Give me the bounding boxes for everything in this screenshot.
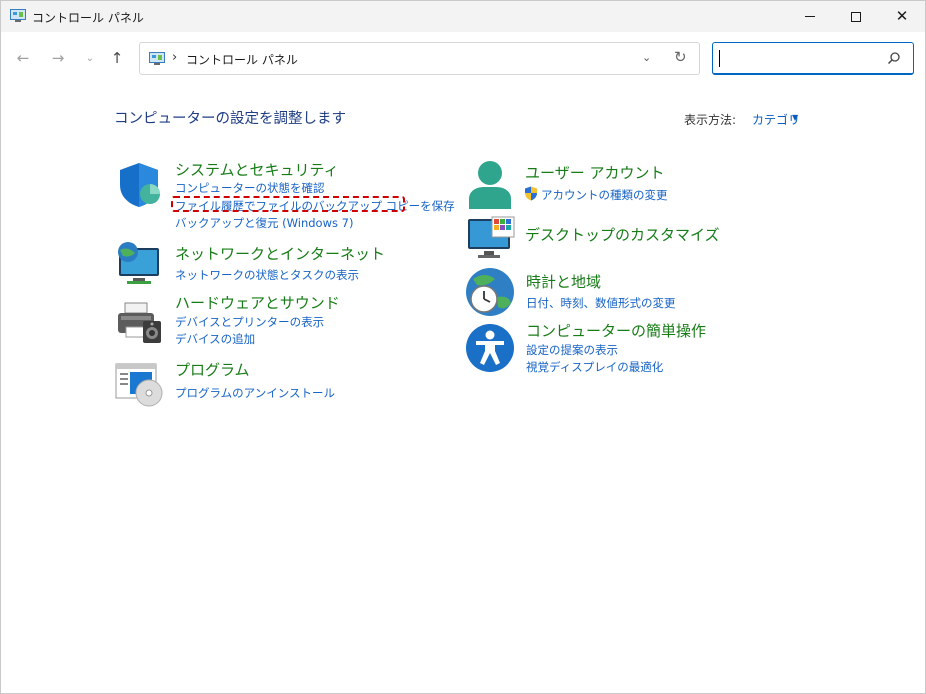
category-system-security[interactable]: システムとセキュリティ <box>175 159 339 180</box>
accessibility-icon[interactable] <box>465 323 515 373</box>
category-user-accounts[interactable]: ユーザー アカウント <box>525 162 664 183</box>
security-shield-icon[interactable] <box>115 161 163 209</box>
forward-button[interactable]: → <box>46 46 70 70</box>
highlight-annotation <box>171 196 405 212</box>
page-title: コンピューターの設定を調整します <box>114 111 346 127</box>
link-backup-restore-win7[interactable]: バックアップと復元 (Windows 7) <box>175 215 353 231</box>
desktop-monitor-icon[interactable] <box>466 216 516 260</box>
link-uninstall-program[interactable]: プログラムのアンインストール <box>175 385 335 401</box>
search-input[interactable] <box>712 42 914 75</box>
chevron-down-icon: ⌄ <box>85 52 95 64</box>
maximize-button[interactable] <box>833 1 879 32</box>
user-account-icon[interactable] <box>466 159 514 211</box>
dropdown-arrow-icon[interactable]: ▼ <box>792 113 798 122</box>
window-title: コントロール パネル <box>32 11 144 25</box>
address-bar[interactable]: › コントロール パネル ⌄ ↻ <box>139 42 700 75</box>
category-programs[interactable]: プログラム <box>175 359 250 380</box>
category-ease-of-access[interactable]: コンピューターの簡単操作 <box>526 320 706 341</box>
minimize-icon <box>805 16 815 17</box>
back-button[interactable]: ← <box>11 46 35 70</box>
view-by-label: 表示方法: <box>684 113 737 127</box>
programs-disc-icon[interactable] <box>115 361 163 407</box>
address-dropdown-icon[interactable]: ⌄ <box>642 51 651 64</box>
category-network-internet[interactable]: ネットワークとインターネット <box>175 243 385 264</box>
uac-shield-icon <box>525 186 537 201</box>
arrow-right-icon: → <box>51 49 65 67</box>
clock-globe-icon[interactable] <box>465 267 515 317</box>
category-clock-region[interactable]: 時計と地域 <box>526 271 601 292</box>
navigation-bar: ← → ⌄ ↑ › コントロール パネル ⌄ ↻ <box>1 32 925 86</box>
refresh-icon[interactable]: ↻ <box>674 48 687 66</box>
link-change-account-type[interactable]: アカウントの種類の変更 <box>541 187 668 203</box>
category-hardware-sound[interactable]: ハードウェアとサウンド <box>175 292 340 313</box>
control-panel-icon <box>149 52 165 65</box>
link-add-device[interactable]: デバイスの追加 <box>175 331 255 347</box>
network-globe-icon[interactable] <box>115 240 163 288</box>
close-button[interactable]: ✕ <box>879 1 925 32</box>
link-network-status-tasks[interactable]: ネットワークの状態とタスクの表示 <box>175 267 359 283</box>
close-icon: ✕ <box>895 7 909 25</box>
link-check-computer-status[interactable]: コンピューターの状態を確認 <box>175 180 325 196</box>
link-settings-suggestions[interactable]: 設定の提案の表示 <box>526 342 618 358</box>
maximize-icon <box>851 11 861 22</box>
category-desktop-customization[interactable]: デスクトップのカスタマイズ <box>525 224 720 245</box>
printer-speaker-icon[interactable] <box>115 299 163 345</box>
link-date-time-number-format[interactable]: 日付、時刻、数値形式の変更 <box>526 295 676 311</box>
link-devices-printers[interactable]: デバイスとプリンターの表示 <box>175 314 324 330</box>
link-optimize-visual-display[interactable]: 視覚ディスプレイの最適化 <box>526 359 663 375</box>
arrow-left-icon: ← <box>16 49 30 67</box>
arrow-up-icon: ↑ <box>110 49 124 67</box>
recent-locations-button[interactable]: ⌄ <box>78 46 102 70</box>
control-panel-window: コントロール パネル ✕ ← → ⌄ ↑ › コントロール パネル ⌄ ↻ コン… <box>0 0 926 694</box>
text-caret <box>719 50 720 67</box>
title-bar: コントロール パネル ✕ <box>1 1 925 32</box>
breadcrumb-control-panel[interactable]: コントロール パネル <box>186 51 298 68</box>
breadcrumb-separator[interactable]: › <box>172 50 177 65</box>
minimize-button[interactable] <box>787 1 833 32</box>
control-panel-icon <box>10 9 26 22</box>
search-icon[interactable] <box>887 51 901 65</box>
up-button[interactable]: ↑ <box>105 46 129 70</box>
